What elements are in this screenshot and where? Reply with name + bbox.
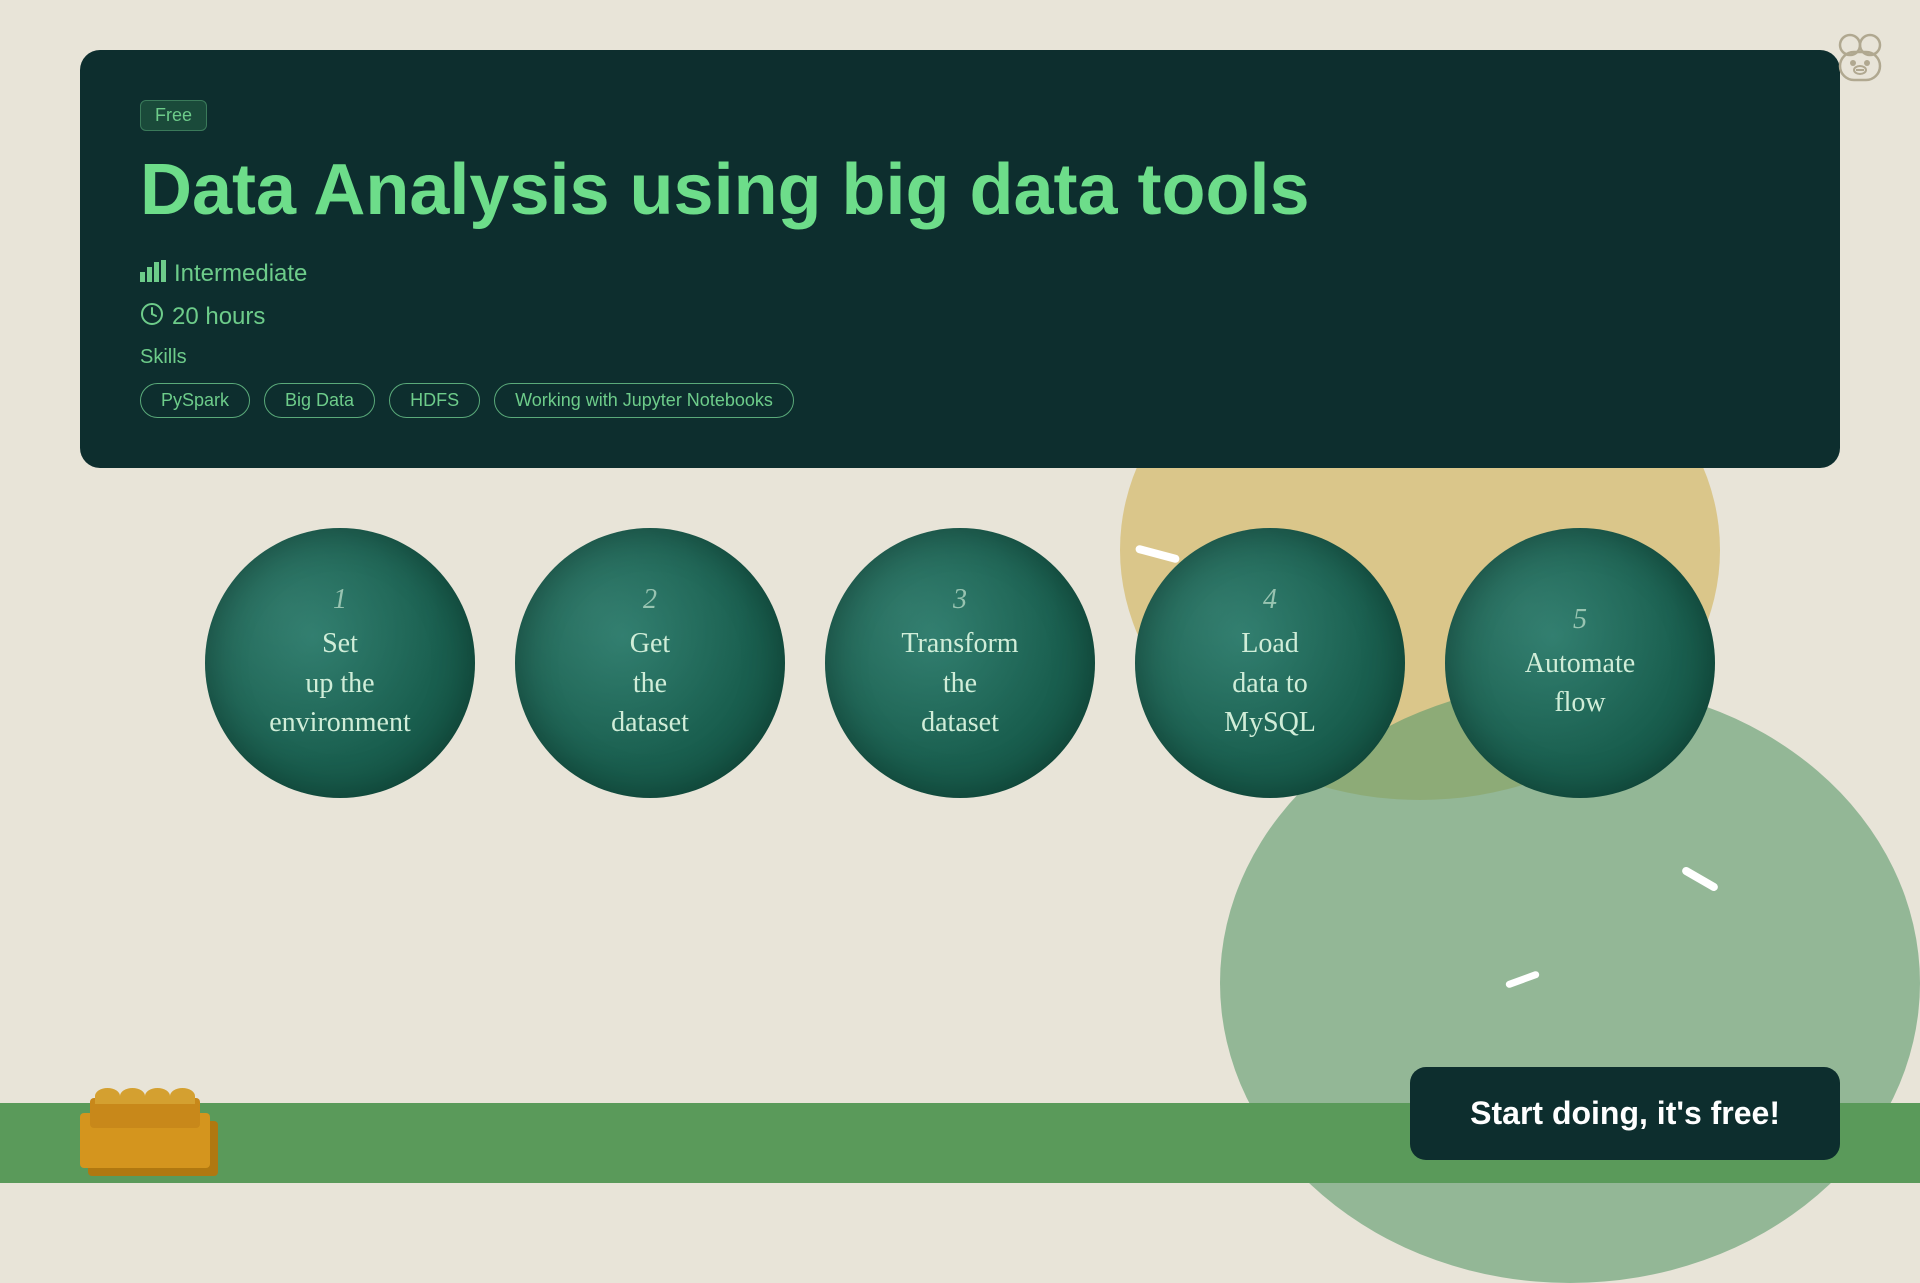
- skills-tags: PySpark Big Data HDFS Working with Jupyter …: [140, 383, 1780, 418]
- step-circle-2[interactable]: 2 Get the dataset: [515, 528, 785, 798]
- skill-tag: HDFS: [389, 383, 480, 418]
- step-number-1: 1: [333, 584, 347, 616]
- step-number-5: 5: [1573, 604, 1587, 636]
- course-title: Data Analysis using big data tools: [140, 151, 1780, 230]
- step-number-3: 3: [953, 584, 967, 616]
- skill-tag: Big Data: [264, 383, 375, 418]
- free-badge: Free: [140, 100, 207, 131]
- step-circle-3[interactable]: 3 Transform the dataset: [825, 528, 1095, 798]
- step-circle-5[interactable]: 5 Automate flow: [1445, 528, 1715, 798]
- lego-stud-3: [145, 1088, 170, 1104]
- lego-stud-4: [170, 1088, 195, 1104]
- duration-text: 20 hours: [172, 303, 265, 331]
- step-number-2: 2: [643, 584, 657, 616]
- step-text-2: Get the dataset: [591, 624, 709, 742]
- step-text-5: Automate flow: [1505, 644, 1655, 722]
- lego-stud-1: [95, 1088, 120, 1104]
- bear-icon: [1830, 30, 1890, 90]
- duration-row: 20 hours: [140, 302, 1780, 332]
- step-text-4: Load data to MySQL: [1204, 624, 1336, 742]
- lego-stud-2: [120, 1088, 145, 1104]
- skill-tag: Working with Jupyter Notebooks: [494, 383, 794, 418]
- level-row: Intermediate: [140, 260, 1780, 288]
- lego-top: [90, 1098, 200, 1128]
- lego-brick: [80, 1058, 210, 1168]
- steps-section: 1 Set up the environment 2 Get the dataset 3…: [80, 528, 1840, 798]
- skill-tag: PySpark: [140, 383, 250, 418]
- step-text-3: Transform the dataset: [881, 624, 1038, 742]
- level-text: Intermediate: [174, 260, 307, 288]
- step-circle-1[interactable]: 1 Set up the environment: [205, 528, 475, 798]
- start-button[interactable]: Start doing, it's free!: [1410, 1067, 1840, 1160]
- header-card: Free Data Analysis using big data tools …: [80, 50, 1840, 468]
- step-text-1: Set up the environment: [249, 624, 431, 742]
- level-icon: [140, 260, 166, 288]
- step-number-4: 4: [1263, 584, 1277, 616]
- time-icon: [140, 302, 164, 332]
- skills-label: Skills: [140, 346, 1780, 369]
- main-container: Free Data Analysis using big data tools …: [0, 0, 1920, 798]
- step-circle-4[interactable]: 4 Load data to MySQL: [1135, 528, 1405, 798]
- bottom-section: Start doing, it's free!: [0, 1043, 1920, 1183]
